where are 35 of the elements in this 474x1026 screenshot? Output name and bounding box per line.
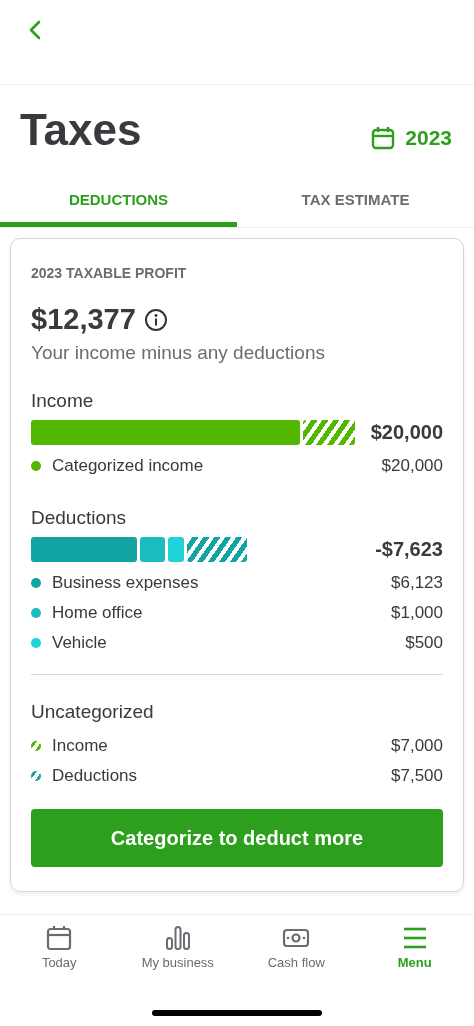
section-total: $20,000 — [370, 421, 443, 444]
page-title: Taxes — [20, 105, 142, 155]
legend-value: $7,000 — [391, 736, 443, 756]
menu-icon — [401, 925, 428, 951]
legend-label: Business expenses — [52, 573, 200, 593]
back-icon[interactable] — [28, 20, 42, 40]
section-title: Deductions — [31, 507, 128, 529]
calendar-icon — [371, 126, 396, 150]
legend-label: Vehicle — [52, 633, 108, 653]
caption: Your income minus any deductions — [31, 342, 326, 364]
tab[interactable]: DEDUCTIONS — [0, 177, 237, 227]
section-total: -$7,623 — [375, 538, 443, 561]
year-button[interactable]: 2023 — [371, 126, 452, 150]
legend-value: $500 — [405, 633, 443, 653]
section-title: Uncategorized — [31, 701, 155, 723]
profit-amount: $12,377 — [31, 303, 136, 336]
legend-value: $7,500 — [391, 766, 443, 786]
calendar-icon — [46, 925, 73, 951]
nav-tab[interactable]: Menu — [355, 925, 474, 970]
categorize-button[interactable]: Categorize to deduct more — [31, 809, 443, 867]
legend-value: $1,000 — [391, 603, 443, 623]
card-heading: 2023 TAXABLE PROFIT — [31, 265, 188, 281]
legend-value: $6,123 — [391, 573, 443, 593]
bar-chart-icon — [164, 925, 191, 951]
nav-tab[interactable]: Cash flow — [237, 925, 356, 970]
info-icon[interactable] — [143, 307, 168, 332]
legend-value: $20,000 — [381, 456, 443, 476]
nav-tab[interactable]: Today — [0, 925, 119, 970]
section-title: Income — [31, 390, 95, 412]
nav-tab[interactable]: My business — [118, 925, 237, 970]
legend-label: Deductions — [52, 766, 139, 786]
tab[interactable]: TAX ESTIMATE — [237, 177, 474, 227]
legend-label: Categorized income — [52, 456, 205, 476]
legend-label: Income — [52, 736, 109, 756]
legend-label: Home office — [52, 603, 144, 623]
